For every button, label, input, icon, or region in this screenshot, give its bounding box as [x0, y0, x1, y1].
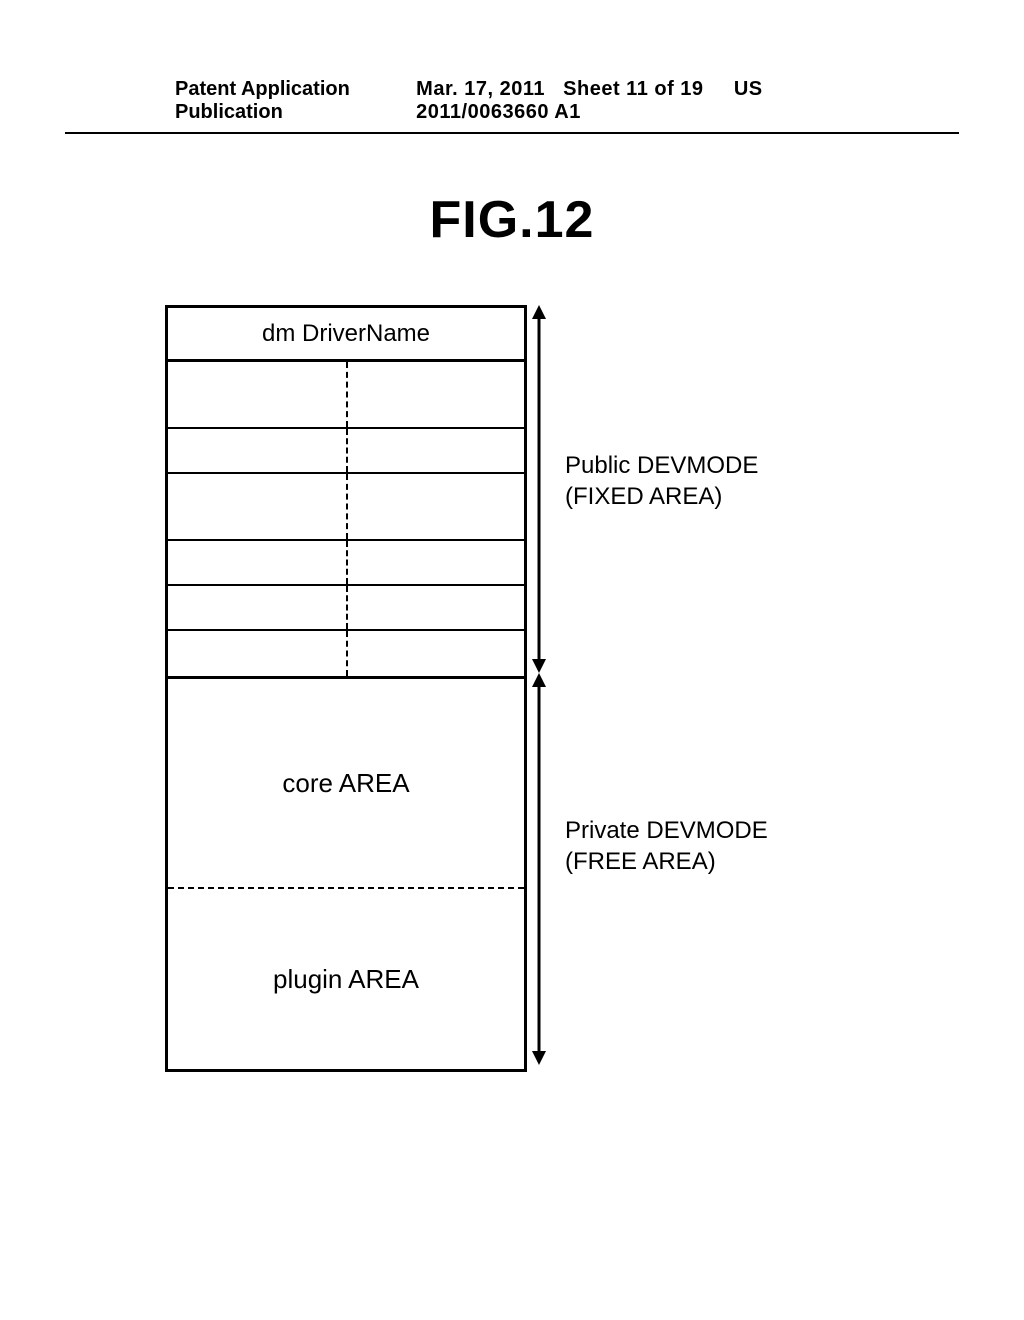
public-row [168, 586, 524, 631]
header-meta: Mar. 17, 2011 Sheet 11 of 19 US 2011/006… [416, 78, 849, 124]
public-row [168, 429, 524, 474]
page-header: Patent Application Publication Mar. 17, … [65, 78, 959, 134]
public-devmode-label: Public DEVMODE (FIXED AREA) [565, 450, 758, 512]
header-sheet: Sheet 11 of 19 [563, 78, 703, 100]
header-publication: Patent Application Publication [175, 78, 416, 124]
figure-title: FIG.12 [0, 190, 1024, 250]
private-bracket [537, 673, 549, 1065]
core-area-cell: core AREA [168, 679, 524, 889]
public-label-line2: (FIXED AREA) [565, 483, 722, 510]
private-label-line2: (FREE AREA) [565, 848, 716, 875]
private-devmode-label: Private DEVMODE (FREE AREA) [565, 815, 768, 877]
public-row [168, 631, 524, 676]
driver-name-cell: dm DriverName [168, 308, 524, 362]
private-label-line1: Private DEVMODE [565, 817, 768, 844]
private-devmode-section: core AREA plugin AREA [168, 676, 524, 1069]
plugin-area-cell: plugin AREA [168, 889, 524, 1069]
public-row [168, 541, 524, 586]
public-label-line1: Public DEVMODE [565, 452, 758, 479]
header-date: Mar. 17, 2011 [416, 78, 545, 100]
public-bracket [537, 305, 549, 673]
devmode-structure: dm DriverName core AREA plugin AREA [165, 305, 527, 1072]
public-devmode-rows [168, 362, 524, 676]
public-row [168, 362, 524, 429]
public-row [168, 474, 524, 541]
devmode-diagram: dm DriverName core AREA plugin AREA [165, 305, 885, 1055]
